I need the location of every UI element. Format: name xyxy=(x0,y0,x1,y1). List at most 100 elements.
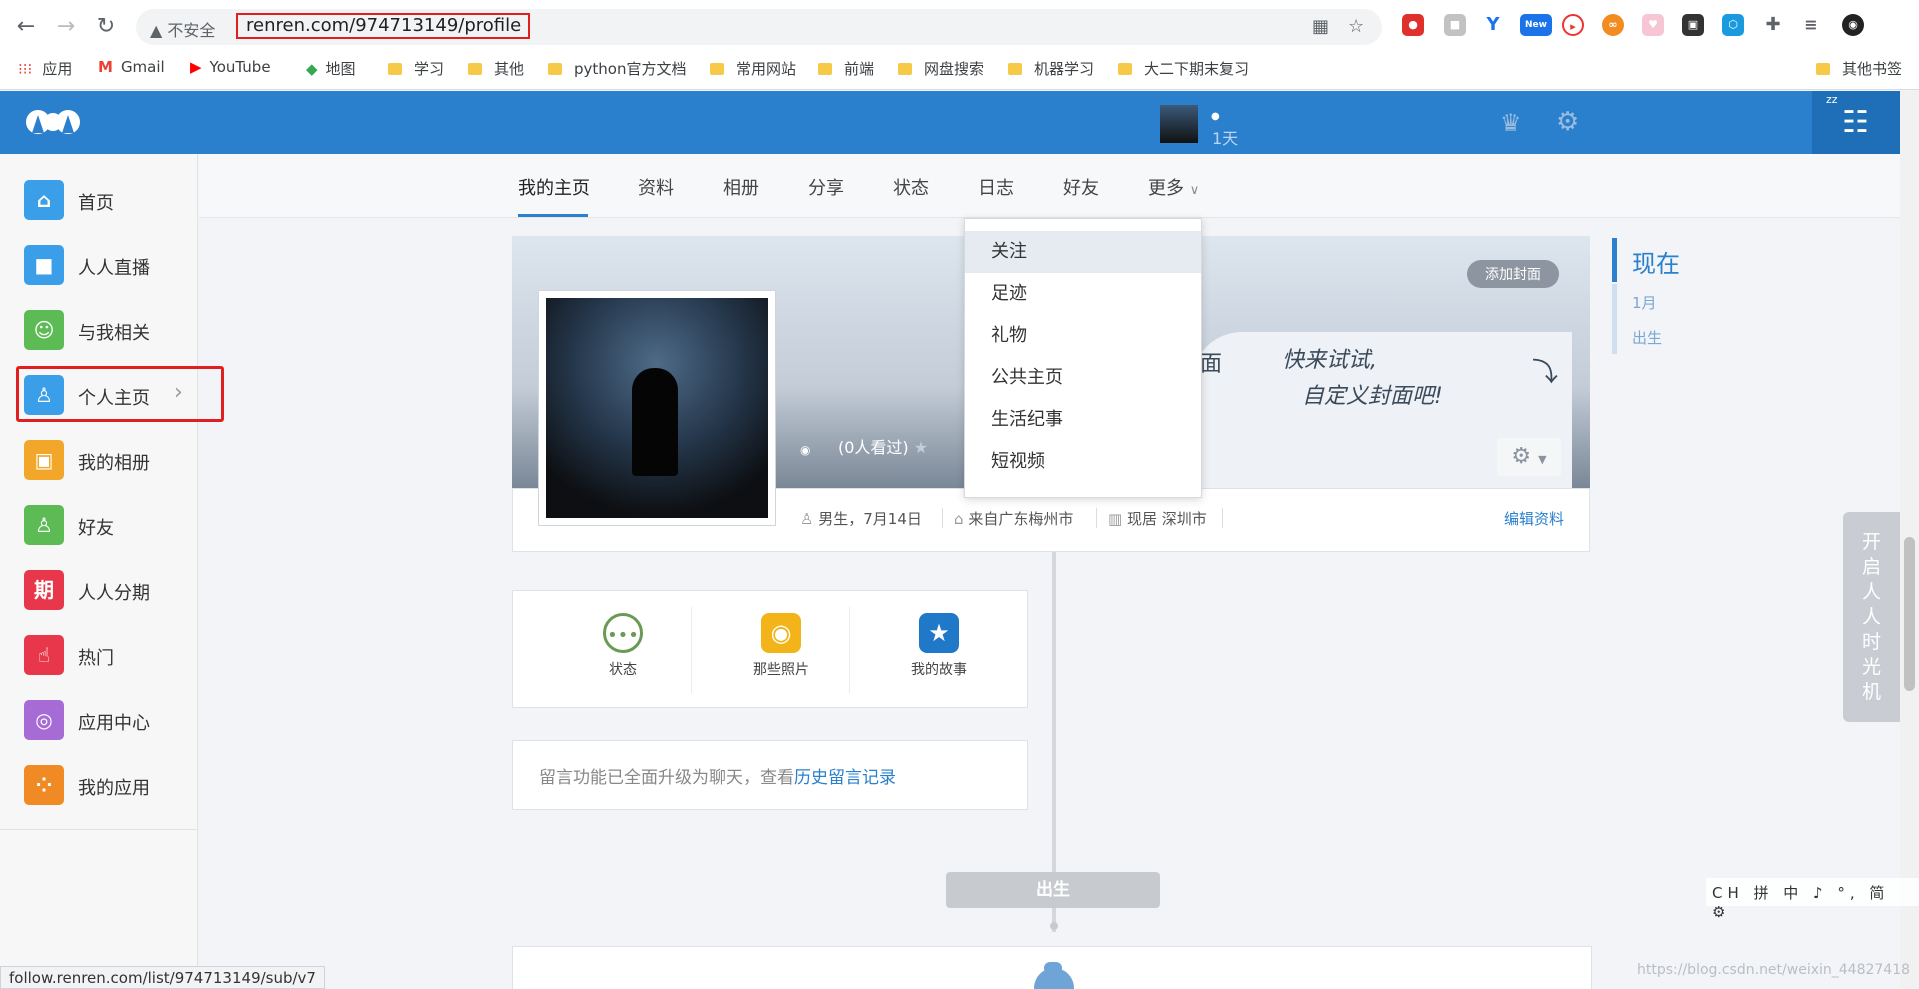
timeline-nav-january[interactable]: 1月 xyxy=(1632,292,1657,313)
tab-more-label: 更多 xyxy=(1148,178,1184,199)
extension-hex-icon[interactable]: ⬡ xyxy=(1722,14,1744,36)
insecure-label[interactable]: ▲ 不安全 xyxy=(150,17,215,41)
extension-adblock-icon[interactable]: ● xyxy=(1402,14,1424,36)
tab-info[interactable]: 资料 xyxy=(638,174,674,200)
bookmark-folder-review[interactable]: 大二下期末复习 xyxy=(1118,58,1249,79)
sidebar-item-related[interactable]: ☺ 与我相关 xyxy=(24,310,194,350)
extension-pink-icon[interactable]: ♥ xyxy=(1642,14,1664,36)
url-text[interactable]: renren.com/974713149/profile xyxy=(236,13,530,39)
action-story[interactable]: ★ 我的故事 xyxy=(869,613,1009,679)
qr-code-icon[interactable]: ▦ xyxy=(1312,16,1329,37)
sidebar-item-live[interactable]: ■ 人人直播 xyxy=(24,245,194,285)
site-header: ● 1天 ♛ ⚙ zz ☷ xyxy=(0,91,1900,154)
extension-v-icon[interactable]: Y xyxy=(1482,14,1504,36)
gender-icon: ♙ xyxy=(800,510,814,528)
status-bar-url: follow.renren.com/list/974713149/sub/v7 xyxy=(0,966,325,989)
timeline-nav-birth[interactable]: 出生 xyxy=(1632,327,1662,348)
info-divider xyxy=(1222,508,1223,528)
bookmark-folder-common[interactable]: 常用网站 xyxy=(710,58,796,79)
sidebar-item-friends[interactable]: ♙ 好友 xyxy=(24,505,194,545)
timeline-nav-now[interactable]: 现在 xyxy=(1632,244,1680,279)
bookmark-folder-netdisk[interactable]: 网盘搜索 xyxy=(898,58,984,79)
browser-chrome: ← → ↻ ▲ 不安全 renren.com/974713149/profile… xyxy=(0,0,1919,90)
tab-album[interactable]: 相册 xyxy=(723,174,759,200)
extension-play-icon[interactable]: ▸ xyxy=(1562,14,1584,36)
message-button[interactable]: zz ☷ xyxy=(1812,91,1900,154)
extension-gray-icon[interactable]: ■ xyxy=(1444,14,1466,36)
add-cover-button[interactable]: 添加封面 xyxy=(1467,260,1559,288)
info-divider xyxy=(1096,508,1097,528)
menu-item-public-pages[interactable]: 公共主页 xyxy=(965,357,1201,399)
timeline-birth-marker[interactable]: 出生 xyxy=(946,872,1160,908)
bookmark-label: 机器学习 xyxy=(1034,60,1095,78)
bookmark-star-icon[interactable]: ☆ xyxy=(1348,16,1364,37)
bookmark-folder-other[interactable]: 其他 xyxy=(468,58,524,79)
sidebar-item-album[interactable]: ▣ 我的相册 xyxy=(24,440,194,480)
reload-icon[interactable]: ↻ xyxy=(90,11,122,43)
sidebar-item-hot[interactable]: ☝ 热门 xyxy=(24,635,194,675)
bookmark-label: YouTube xyxy=(209,58,271,76)
maps-icon: ◆ xyxy=(306,60,318,78)
tab-more[interactable]: 更多 ∨ xyxy=(1148,174,1199,200)
page-scrollbar[interactable] xyxy=(1900,91,1919,989)
time-machine-button[interactable]: 开启人人时光机 xyxy=(1843,512,1900,722)
extension-infinity-icon[interactable]: ∞ xyxy=(1602,14,1624,36)
back-icon[interactable]: ← xyxy=(10,11,42,43)
folder-icon xyxy=(548,63,562,75)
settings-gear-icon[interactable]: ⚙ xyxy=(1556,107,1579,137)
friends-icon: ♙ xyxy=(24,505,64,545)
sidebar-item-home[interactable]: ⌂ 首页 xyxy=(24,180,194,220)
tab-status[interactable]: 状态 xyxy=(893,174,929,200)
history-messages-link[interactable]: 历史留言记录 xyxy=(794,768,896,788)
sidebar-item-label: 好友 xyxy=(78,518,114,539)
forward-icon[interactable]: → xyxy=(50,11,82,43)
person-icon: ♙ xyxy=(24,375,64,415)
bookmark-folder-python[interactable]: python官方文档 xyxy=(548,58,686,79)
address-bar[interactable]: ▲ 不安全 renren.com/974713149/profile ▦ ☆ xyxy=(136,9,1382,45)
scrollbar-thumb[interactable] xyxy=(1904,537,1915,691)
star-icon[interactable]: ★ xyxy=(914,438,928,457)
timeline-nav-active-bar xyxy=(1612,238,1617,282)
bookmark-folder-ml[interactable]: 机器学习 xyxy=(1008,58,1094,79)
menu-item-life-events[interactable]: 生活纪事 xyxy=(965,399,1201,441)
profile-avatar-icon[interactable]: ◉ xyxy=(1842,14,1864,36)
bookmark-gmail[interactable]: M Gmail xyxy=(98,58,165,76)
sidebar-item-installment[interactable]: 期人人分期 xyxy=(24,570,194,610)
online-dot-icon: ◉ xyxy=(800,443,811,457)
menu-item-gifts[interactable]: 礼物 xyxy=(965,315,1201,357)
tab-share[interactable]: 分享 xyxy=(808,174,844,200)
tab-my-home[interactable]: 我的主页 xyxy=(518,174,590,200)
bookmark-folder-frontend[interactable]: 前端 xyxy=(818,58,874,79)
sidebar-item-app-center[interactable]: ◎ 应用中心 xyxy=(24,700,194,740)
bookmark-apps[interactable]: ⁝⁝⁝ 应用 xyxy=(18,58,72,79)
apps-icon: ⁘ xyxy=(24,765,64,805)
user-avatar[interactable] xyxy=(1160,105,1198,143)
action-photos[interactable]: ◉ 那些照片 xyxy=(711,613,851,679)
edit-profile-link[interactable]: 编辑资料 xyxy=(1504,508,1564,529)
menu-item-footprint[interactable]: 足迹 xyxy=(965,273,1201,315)
extensions-puzzle-icon[interactable]: ✚ xyxy=(1762,14,1784,36)
profile-photo[interactable] xyxy=(538,290,776,526)
bookmark-youtube[interactable]: ▶ YouTube xyxy=(190,58,271,76)
media-queue-icon[interactable]: ≡ xyxy=(1800,14,1822,36)
bookmark-folder-others[interactable]: 其他书签 xyxy=(1816,58,1902,79)
crown-icon[interactable]: ♛ xyxy=(1500,109,1522,137)
sidebar-item-profile[interactable]: ♙ 个人主页 › xyxy=(24,375,194,415)
renren-logo[interactable] xyxy=(24,105,82,139)
tab-friends[interactable]: 好友 xyxy=(1063,174,1099,200)
action-status[interactable]: ••• 状态 xyxy=(553,613,693,679)
bookmark-label: 地图 xyxy=(325,60,356,78)
menu-item-follow[interactable]: 关注 xyxy=(965,231,1201,273)
bookmark-maps[interactable]: ◆ 地图 xyxy=(306,58,356,79)
menu-item-short-video[interactable]: 短视频 xyxy=(965,441,1201,483)
bookmark-folder-study[interactable]: 学习 xyxy=(388,58,444,79)
notice-text: 留言功能已全面升级为聊天，查看 xyxy=(539,768,794,788)
tab-blog[interactable]: 日志 xyxy=(978,174,1014,200)
cover-settings-gear-icon[interactable]: ⚙ ▼ xyxy=(1497,438,1561,476)
extension-dark-icon[interactable]: ▣ xyxy=(1682,14,1704,36)
sidebar-item-my-apps[interactable]: ⁘ 我的应用 xyxy=(24,765,194,805)
folder-icon xyxy=(388,63,402,75)
ime-toolbar[interactable]: CH 拼 中 ♪ °, 简 ⚙ xyxy=(1706,878,1919,921)
house-icon: ⌂ xyxy=(954,510,964,528)
extension-new-icon[interactable]: New xyxy=(1520,14,1552,36)
